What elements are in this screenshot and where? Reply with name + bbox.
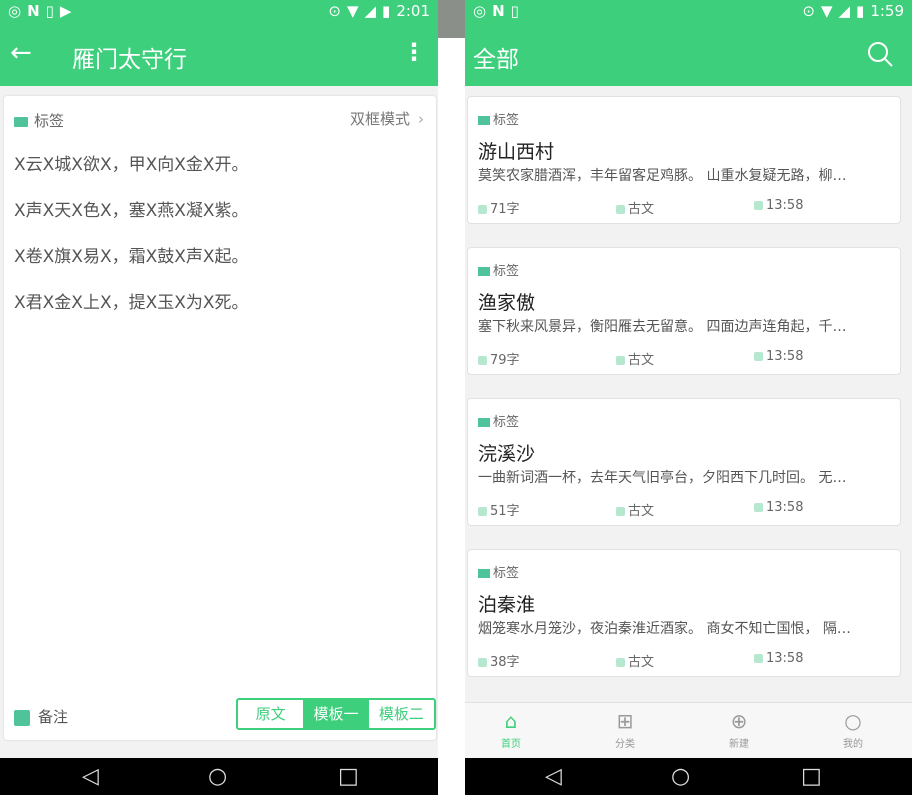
category-label: 古文 — [616, 349, 654, 368]
category-icon — [616, 658, 625, 667]
segment-template-two[interactable]: 模板二 — [369, 700, 434, 728]
note-button[interactable]: 备注 — [14, 706, 68, 727]
tab-new[interactable]: ⊕ 新建 — [709, 709, 769, 750]
category-label: 古文 — [616, 198, 654, 217]
tag-icon — [478, 267, 490, 276]
tag-icon — [478, 569, 490, 578]
tag-icon — [14, 116, 28, 127]
status-time: 1:59 — [870, 2, 904, 20]
poem-line: X卷X旗X易X，霜X鼓X声X起。 — [14, 247, 249, 267]
status-bar: ◎N▯ ⊙ ▼ ◢ ▮ 1:59 — [465, 0, 912, 24]
timestamp: 13:58 — [754, 651, 803, 666]
note-edit-icon — [14, 709, 30, 726]
nav-back-icon[interactable]: ◁ — [82, 764, 99, 789]
notification-icons: ◎N▯▶ — [8, 2, 78, 20]
poem-line: X云X城X欲X，甲X向X金X开。 — [14, 155, 249, 175]
home-icon: ⌂ — [504, 709, 518, 733]
tag-icon — [478, 418, 490, 427]
app-bar: ← 雁门太守行 ⋮ — [0, 24, 438, 86]
tab-profile[interactable]: ○ 我的 — [823, 709, 883, 750]
dual-box-mode-button[interactable]: 双框模式 › — [350, 108, 424, 129]
status-time: 2:01 — [396, 2, 430, 20]
segment-original[interactable]: 原文 — [238, 700, 303, 728]
timestamp: 13:58 — [754, 198, 803, 213]
card-title: 泊秦淮 — [478, 594, 536, 616]
template-segmented-control: 原文 模板一 模板二 — [236, 698, 436, 730]
user-icon: ○ — [844, 709, 862, 733]
card-tag: 标签 — [478, 562, 519, 581]
word-count: 51字 — [478, 500, 520, 519]
nav-home-icon[interactable]: ○ — [671, 764, 690, 789]
tab-home[interactable]: ⌂ 首页 — [481, 709, 541, 750]
status-bar: ◎N▯▶ ⊙ ▼ ◢ ▮ 2:01 — [0, 0, 438, 24]
back-arrow-icon[interactable]: ← — [10, 38, 32, 68]
card-title: 浣溪沙 — [478, 443, 536, 465]
poem-line: X声X天X色X，塞X燕X凝X紫。 — [14, 201, 249, 221]
category-icon — [616, 205, 625, 214]
clock-icon — [754, 654, 763, 663]
tab-category[interactable]: ⊞ 分类 — [595, 709, 655, 750]
poem-card[interactable]: 标签 渔家傲 塞下秋来风景异，衡阳雁去无留意。 四面边声连角起，千… 79字 古… — [467, 247, 901, 375]
system-nav-bar: ◁ ○ □ — [0, 758, 438, 795]
document-icon — [478, 658, 487, 667]
grid-icon: ⊞ — [616, 709, 634, 733]
chevron-right-icon: › — [418, 110, 424, 128]
nav-recents-icon[interactable]: □ — [338, 764, 359, 789]
card-tag: 标签 — [478, 109, 519, 128]
status-icons: ⊙ ▼ ◢ ▮ 2:01 — [328, 2, 430, 20]
card-tag: 标签 — [478, 260, 519, 279]
poem-card[interactable]: 标签 浣溪沙 一曲新词酒一杯，去年天气旧亭台，夕阳西下几时回。 无… 51字 古… — [467, 398, 901, 526]
card-excerpt: 烟笼寒水月笼沙，夜泊秦淮近酒家。 商女不知亡国恨， 隔… — [478, 621, 851, 637]
clock-icon — [754, 201, 763, 210]
nav-back-icon[interactable]: ◁ — [545, 764, 562, 789]
status-icons: ⊙ ▼ ◢ ▮ 1:59 — [802, 2, 904, 20]
document-icon — [478, 356, 487, 365]
card-tag: 标签 — [478, 411, 519, 430]
word-count: 38字 — [478, 651, 520, 670]
segment-template-one[interactable]: 模板一 — [303, 700, 369, 728]
category-icon — [616, 356, 625, 365]
mode-label: 双框模式 — [349, 110, 410, 128]
screen-divider-top — [438, 0, 465, 38]
bottom-tab-bar: ⌂ 首页 ⊞ 分类 ⊕ 新建 ○ 我的 — [465, 702, 912, 758]
poem-card[interactable]: 标签 游山西村 莫笑农家腊酒浑，丰年留客足鸡豚。 山重水复疑无路，柳… 71字 … — [467, 96, 901, 224]
app-bar: 全部 — [465, 24, 912, 86]
clock-icon — [754, 503, 763, 512]
screen-divider — [438, 0, 465, 795]
note-label: 备注 — [38, 708, 69, 726]
page-title: 全部 — [473, 47, 519, 73]
poem-list-screen: ◎N▯ ⊙ ▼ ◢ ▮ 1:59 全部 标签 游山西村 莫笑农家腊酒浑，丰年留客足鸡豚。… — [465, 0, 912, 795]
tag-label: 标签 — [34, 112, 65, 130]
search-icon[interactable] — [866, 40, 894, 68]
poem-card[interactable]: 标签 泊秦淮 烟笼寒水月笼沙，夜泊秦淮近酒家。 商女不知亡国恨， 隔… 38字 … — [467, 549, 901, 677]
card-excerpt: 塞下秋来风景异，衡阳雁去无留意。 四面边声连角起，千… — [478, 319, 847, 335]
document-icon — [478, 205, 487, 214]
poem-content-card: 标签 双框模式 › X云X城X欲X，甲X向X金X开。 X声X天X色X，塞X燕X凝X… — [4, 96, 436, 740]
category-label: 古文 — [616, 651, 654, 670]
poem-line: X君X金X上X，提X玉X为X死。 — [14, 293, 249, 313]
notification-icons: ◎N▯ — [473, 2, 525, 20]
tag-icon — [478, 116, 490, 125]
system-nav-bar: ◁ ○ □ — [465, 758, 912, 795]
timestamp: 13:58 — [754, 349, 803, 364]
document-icon — [478, 507, 487, 516]
poem-detail-screen: ◎N▯▶ ⊙ ▼ ◢ ▮ 2:01 ← 雁门太守行 ⋮ 标签 双框模式 › X云X城X欲X… — [0, 0, 438, 795]
category-label: 古文 — [616, 500, 654, 519]
nav-recents-icon[interactable]: □ — [801, 764, 822, 789]
word-count: 79字 — [478, 349, 520, 368]
word-count: 71字 — [478, 198, 520, 217]
card-excerpt: 一曲新词酒一杯，去年天气旧亭台，夕阳西下几时回。 无… — [478, 470, 847, 486]
card-title: 渔家傲 — [478, 292, 536, 314]
category-icon — [616, 507, 625, 516]
more-options-icon[interactable]: ⋮ — [402, 38, 426, 66]
timestamp: 13:58 — [754, 500, 803, 515]
card-title: 游山西村 — [478, 141, 555, 163]
card-excerpt: 莫笑农家腊酒浑，丰年留客足鸡豚。 山重水复疑无路，柳… — [478, 168, 847, 184]
add-box-icon: ⊕ — [730, 709, 748, 733]
nav-home-icon[interactable]: ○ — [208, 764, 227, 789]
page-title: 雁门太守行 — [72, 47, 187, 73]
clock-icon — [754, 352, 763, 361]
tag-row[interactable]: 标签 — [14, 110, 64, 131]
